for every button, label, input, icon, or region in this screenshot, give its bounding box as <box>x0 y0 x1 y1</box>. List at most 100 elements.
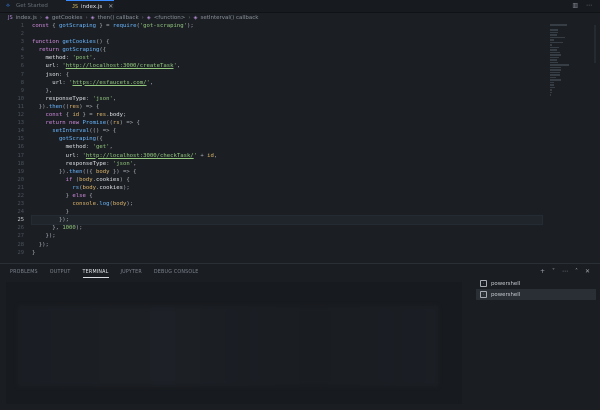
tab-jupyter[interactable]: JUPYTER <box>121 270 142 278</box>
code-line[interactable]: url: 'http://localhost:3000/createTask', <box>32 62 542 70</box>
code-line[interactable]: const { id } = res.body; <box>32 111 542 119</box>
code-line[interactable]: }); <box>32 241 542 249</box>
code-line[interactable]: setInterval(() => { <box>32 127 542 135</box>
panel-actions: + ˅ ⋯ ˄ ✕ <box>540 268 590 275</box>
close-icon[interactable]: ✕ <box>585 268 590 275</box>
minimap-line <box>550 49 557 51</box>
minimap-line <box>550 82 554 84</box>
code-token: body <box>110 112 123 118</box>
code-line[interactable]: json: { <box>32 71 542 79</box>
breadcrumb-item[interactable]: index.js <box>16 15 37 21</box>
code-token: return <box>39 47 63 53</box>
code-token: console <box>32 201 96 207</box>
breadcrumb-item[interactable]: <function> <box>154 15 186 21</box>
code-line[interactable]: responseType: 'json', <box>32 95 542 103</box>
code-line[interactable]: return new Promise((rs) => { <box>32 119 542 127</box>
code-token: ; <box>123 112 126 118</box>
line-number: 20 <box>0 176 24 184</box>
code-line[interactable]: }, 1000); <box>32 224 542 232</box>
code-line[interactable]: method: 'get', <box>32 143 542 151</box>
split-editor-icon[interactable]: ▥ <box>572 2 578 9</box>
line-number: 19 <box>0 168 24 176</box>
breadcrumb-item[interactable]: then() callback <box>98 15 139 21</box>
more-actions-icon[interactable]: ⋯ <box>562 268 568 275</box>
code-line[interactable]: }).then((res) => { <box>32 103 542 111</box>
line-number: 21 <box>0 184 24 192</box>
minimap-line <box>550 54 561 56</box>
code-line[interactable]: } else { <box>32 192 542 200</box>
breadcrumb-item[interactable]: getCookies <box>52 15 83 21</box>
code-token: method <box>32 55 66 61</box>
code-line[interactable]: method: 'post', <box>32 54 542 62</box>
tab-terminal[interactable]: TERMINAL <box>83 270 109 278</box>
chevron-down-icon[interactable]: ˅ <box>552 268 555 275</box>
code-line[interactable]: return gotScraping({ <box>32 46 542 54</box>
maximize-panel-icon[interactable]: ˄ <box>575 268 578 275</box>
code-line[interactable]: const { gotScraping } = require('got-scr… <box>32 22 542 30</box>
breadcrumb-item[interactable]: setInterval() callback <box>200 15 258 21</box>
minimap[interactable] <box>550 24 572 64</box>
minimap-line <box>550 29 558 31</box>
js-icon: JS <box>72 4 78 10</box>
line-number: 13 <box>0 119 24 127</box>
scrollbar[interactable] <box>594 25 596 63</box>
tab-debug-console[interactable]: DEBUG CONSOLE <box>154 270 199 278</box>
tab-problems[interactable]: PROBLEMS <box>10 270 38 278</box>
code-token: then <box>69 169 82 175</box>
bottom-panel: PROBLEMS OUTPUT TERMINAL JUPYTER DEBUG C… <box>0 263 600 410</box>
code-token: ) => { <box>120 120 140 126</box>
function-icon: ◈ <box>45 15 49 21</box>
code-line[interactable]: rs(body.cookies); <box>32 184 542 192</box>
code-token: function <box>32 39 62 45</box>
line-number: 17 <box>0 152 24 160</box>
code-token: , <box>177 63 180 69</box>
line-number: 10 <box>0 95 24 103</box>
code-line[interactable]: url: 'https://esfaucets.com/', <box>32 79 542 87</box>
code-line[interactable]: if (body.cookies) { <box>32 176 542 184</box>
code-token: return new <box>32 120 83 126</box>
tab-index-js[interactable]: JS index.js ✕ <box>66 0 114 12</box>
code-line[interactable]: } <box>32 249 542 257</box>
code-editor[interactable]: 1234567891011121314151617181920212223242… <box>0 22 600 263</box>
code-line[interactable]: url: 'http://localhost:3000/checkTask/' … <box>32 152 542 160</box>
code-token: ); <box>123 185 130 191</box>
code-line[interactable]: }); <box>32 216 542 224</box>
line-number: 3 <box>0 38 24 46</box>
code-line[interactable]: }); <box>32 232 542 240</box>
code-line[interactable]: console.log(body); <box>32 200 542 208</box>
new-terminal-icon[interactable]: + <box>540 268 545 275</box>
code-line[interactable]: }, <box>32 87 542 95</box>
code-token: Promise <box>83 120 107 126</box>
code-token: getCookies <box>62 39 96 45</box>
code-line[interactable]: } <box>32 208 542 216</box>
code-line[interactable]: }).then(({ body }) => { <box>32 168 542 176</box>
tab-output[interactable]: OUTPUT <box>50 270 71 278</box>
code-token: : <box>86 96 93 102</box>
minimap-line <box>550 57 559 59</box>
close-icon[interactable]: ✕ <box>108 3 113 10</box>
code-token: 'json' <box>93 96 113 102</box>
line-number: 9 <box>0 87 24 95</box>
terminal-session[interactable]: › powershell <box>476 278 596 289</box>
code-token: require <box>113 23 137 29</box>
line-number: 11 <box>0 103 24 111</box>
code-token: : <box>76 153 83 159</box>
code-line[interactable]: responseType: 'json', <box>32 160 542 168</box>
terminal-session[interactable]: › powershell <box>476 289 596 300</box>
terminal-output[interactable] <box>6 282 462 404</box>
minimap-line <box>550 59 557 61</box>
minimap-line <box>550 74 560 76</box>
code-token: , <box>93 55 96 61</box>
code-token: }). <box>32 169 69 175</box>
editor-actions: ▥ ⋯ <box>572 2 592 9</box>
code-token: const <box>32 23 52 29</box>
function-icon: ◈ <box>91 15 95 21</box>
code-token: }); <box>32 217 69 223</box>
tab-get-started[interactable]: ⟡ Get Started <box>0 0 66 12</box>
code-line[interactable]: gotScraping({ <box>32 135 542 143</box>
code-line[interactable]: function getCookies() { <box>32 38 542 46</box>
more-actions-icon[interactable]: ⋯ <box>586 2 592 9</box>
code-area[interactable]: const { gotScraping } = require('got-scr… <box>32 22 542 257</box>
code-token: }, <box>32 88 52 94</box>
code-line[interactable] <box>32 30 542 38</box>
